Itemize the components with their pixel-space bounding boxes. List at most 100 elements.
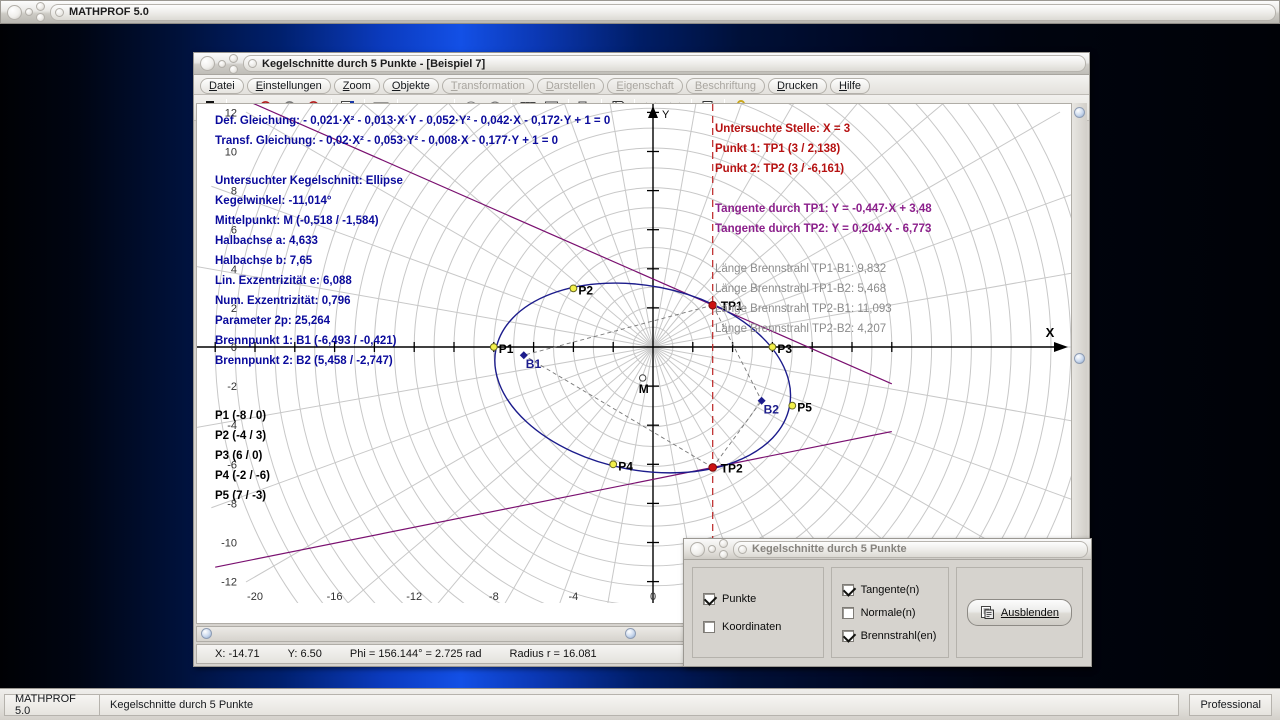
svg-text:Lin. Exzentrizität e: 6,088: Lin. Exzentrizität e: 6,088	[215, 275, 352, 287]
mathprof-titlebar[interactable]: MATHPROF 5.0	[0, 0, 1280, 24]
svg-text:8: 8	[231, 186, 237, 198]
svg-text:-8: -8	[489, 591, 499, 603]
scroll-down-thumb[interactable]	[1074, 353, 1085, 364]
dialog-bullet-icon	[738, 544, 747, 554]
display-options-group-middle: Tangente(n) Normale(n) Brennstrahl(en)	[830, 567, 949, 658]
menu-item-objekte[interactable]: Objekte	[382, 77, 439, 94]
hscroll-right-thumb[interactable]	[625, 628, 636, 639]
os-statusbar: MATHPROF 5.0 Kegelschnitte durch 5 Punkt…	[0, 688, 1280, 720]
display-options-group-left: Punkte Koordinaten	[692, 567, 824, 658]
doc-close-icon[interactable]	[200, 56, 215, 71]
svg-text:P2 (-4 / 3): P2 (-4 / 3)	[215, 430, 266, 442]
svg-text:Y: Y	[662, 109, 670, 121]
svg-text:Untersuchte Stelle: X = 3: Untersuchte Stelle: X = 3	[715, 123, 850, 135]
option-punkte-row[interactable]: Punkte	[703, 592, 813, 605]
svg-text:Transf. Gleichung: - 0,02·X² -: Transf. Gleichung: - 0,02·X² - 0,053·Y² …	[215, 135, 558, 147]
doc-restore-icon[interactable]	[229, 53, 238, 74]
plot-svg: XYP1P2P3P4P5TP1TP2B1B2MDef. Gleichung: -…	[197, 104, 1074, 603]
menu-item-drucken[interactable]: Drucken	[768, 77, 827, 94]
document-titlebar[interactable]: Kegelschnitte durch 5 Punkte - [Beispiel…	[194, 53, 1089, 75]
dialog-action-group: Ausblenden	[955, 567, 1083, 658]
svg-text:-16: -16	[327, 591, 343, 603]
svg-text:P1 (-8 / 0): P1 (-8 / 0)	[215, 410, 266, 422]
svg-text:Parameter 2p: 25,264: Parameter 2p: 25,264	[215, 315, 331, 327]
menu-item-eigenschaft: Eigenschaft	[607, 77, 683, 94]
menu-item-zoom[interactable]: Zoom	[333, 77, 380, 94]
svg-text:X: X	[1046, 325, 1055, 340]
checkbox-punkte[interactable]	[703, 592, 715, 605]
options-dialog-title-plate: Kegelschnitte durch 5 Punkte	[733, 540, 1088, 558]
dialog-minimize-icon[interactable]	[708, 545, 716, 553]
svg-text:Def. Gleichung: - 0,021·X² - 0: Def. Gleichung: - 0,021·X² - 0,013·X·Y -…	[215, 115, 610, 127]
svg-text:Halbachse a: 4,633: Halbachse a: 4,633	[215, 235, 318, 247]
svg-text:Halbachse b: 7,65: Halbachse b: 7,65	[215, 255, 313, 267]
hscroll-left-thumb[interactable]	[201, 628, 212, 639]
svg-text:6: 6	[231, 225, 237, 237]
svg-text:P3 (6 / 0): P3 (6 / 0)	[215, 450, 262, 462]
options-dialog: Kegelschnitte durch 5 Punkte Punkte Koord…	[683, 538, 1092, 667]
svg-text:-12: -12	[221, 577, 237, 589]
checkbox-label: Punkte	[722, 592, 757, 605]
menu-item-datei[interactable]: Datei	[200, 77, 244, 94]
window-close-icon[interactable]	[7, 4, 22, 20]
svg-text:P5 (7 / -3): P5 (7 / -3)	[215, 490, 266, 502]
svg-text:2: 2	[231, 303, 237, 315]
checkbox-normalen[interactable]	[841, 606, 854, 619]
svg-text:-4: -4	[569, 591, 579, 603]
svg-text:Länge Brennstrahl TP1-B1: 9,83: Länge Brennstrahl TP1-B1: 9,832	[715, 263, 886, 275]
options-window-controls[interactable]	[687, 539, 728, 559]
checkbox-brennstrahlen[interactable]	[841, 629, 854, 642]
dialog-close-icon[interactable]	[690, 541, 705, 557]
menu-item-einstellungen[interactable]: Einstellungen	[246, 77, 331, 94]
window-minimize-icon[interactable]	[25, 8, 33, 16]
options-dialog-titlebar[interactable]: Kegelschnitte durch 5 Punkte	[684, 539, 1091, 560]
statusbar-document-name: Kegelschnitte durch 5 Punkte	[99, 693, 1179, 716]
options-dialog-title-text: Kegelschnitte durch 5 Punkte	[752, 543, 907, 555]
mathprof-window-controls[interactable]	[4, 2, 45, 22]
app-bullet-icon	[55, 7, 64, 17]
option-koordinaten-row[interactable]: Koordinaten	[703, 620, 813, 633]
svg-text:Länge Brennstrahl TP1-B2: 5,46: Länge Brennstrahl TP1-B2: 5,468	[715, 283, 886, 295]
svg-text:Punkt 2: TP2 (3 / -6,161): Punkt 2: TP2 (3 / -6,161)	[715, 163, 844, 175]
checkbox-koordinaten[interactable]	[703, 620, 715, 633]
svg-text:-4: -4	[227, 420, 237, 432]
svg-text:Tangente durch TP2: Y = 0,204·: Tangente durch TP2: Y = 0,204·X - 6,773	[715, 223, 931, 235]
dialog-restore-icon[interactable]	[719, 539, 728, 559]
menu-item-transformation: Transformation	[441, 77, 534, 94]
svg-text:P5: P5	[797, 401, 812, 415]
status-phi: Phi = 156.144° = 2.725 rad	[349, 648, 482, 660]
svg-text:Brennpunkt 1: B1 (-6,493 / -0,: Brennpunkt 1: B1 (-6,493 / -0,421)	[215, 335, 397, 347]
document-window-controls[interactable]	[197, 53, 238, 74]
menu-item-hilfe[interactable]: Hilfe	[830, 77, 871, 94]
statusbar-edition: Professional	[1189, 693, 1272, 716]
svg-text:12: 12	[225, 107, 237, 119]
checkbox-label: Brennstrahl(en)	[860, 629, 937, 642]
svg-text:Mittelpunkt: M (-0,518 / -1,58: Mittelpunkt: M (-0,518 / -1,584)	[215, 215, 379, 227]
checkbox-label: Normale(n)	[860, 606, 916, 619]
svg-text:0: 0	[650, 591, 656, 603]
svg-text:Brennpunkt 2: B2 (5,458 / -2,7: Brennpunkt 2: B2 (5,458 / -2,747)	[215, 355, 393, 367]
option-normalen-row[interactable]: Normale(n)	[841, 606, 938, 619]
hide-window-icon	[980, 606, 994, 619]
svg-text:P3: P3	[777, 342, 792, 356]
status-x: X: -14.71	[215, 648, 260, 660]
svg-text:-10: -10	[221, 538, 237, 550]
svg-text:P2: P2	[578, 283, 593, 297]
checkbox-label: Koordinaten	[722, 620, 782, 633]
svg-text:B2: B2	[764, 403, 780, 417]
mathprof-title-plate: MATHPROF 5.0	[50, 3, 1276, 21]
svg-text:P4: P4	[618, 459, 633, 473]
checkbox-tangenten[interactable]	[841, 583, 854, 596]
svg-text:-2: -2	[227, 381, 237, 393]
option-brennstrahlen-row[interactable]: Brennstrahl(en)	[841, 629, 938, 642]
window-restore-icon[interactable]	[36, 2, 45, 22]
svg-text:Länge Brennstrahl TP2-B2: 4,20: Länge Brennstrahl TP2-B2: 4,207	[715, 323, 886, 335]
svg-text:-8: -8	[227, 498, 237, 510]
ausblenden-button[interactable]: Ausblenden	[966, 599, 1072, 626]
statusbar-app-name: MATHPROF 5.0	[4, 693, 100, 717]
svg-text:TP2: TP2	[721, 461, 743, 475]
doc-minimize-icon[interactable]	[218, 59, 226, 68]
scroll-up-thumb[interactable]	[1074, 107, 1085, 118]
menu-item-darstellen: Darstellen	[536, 77, 605, 94]
option-tangenten-row[interactable]: Tangente(n)	[841, 583, 938, 596]
